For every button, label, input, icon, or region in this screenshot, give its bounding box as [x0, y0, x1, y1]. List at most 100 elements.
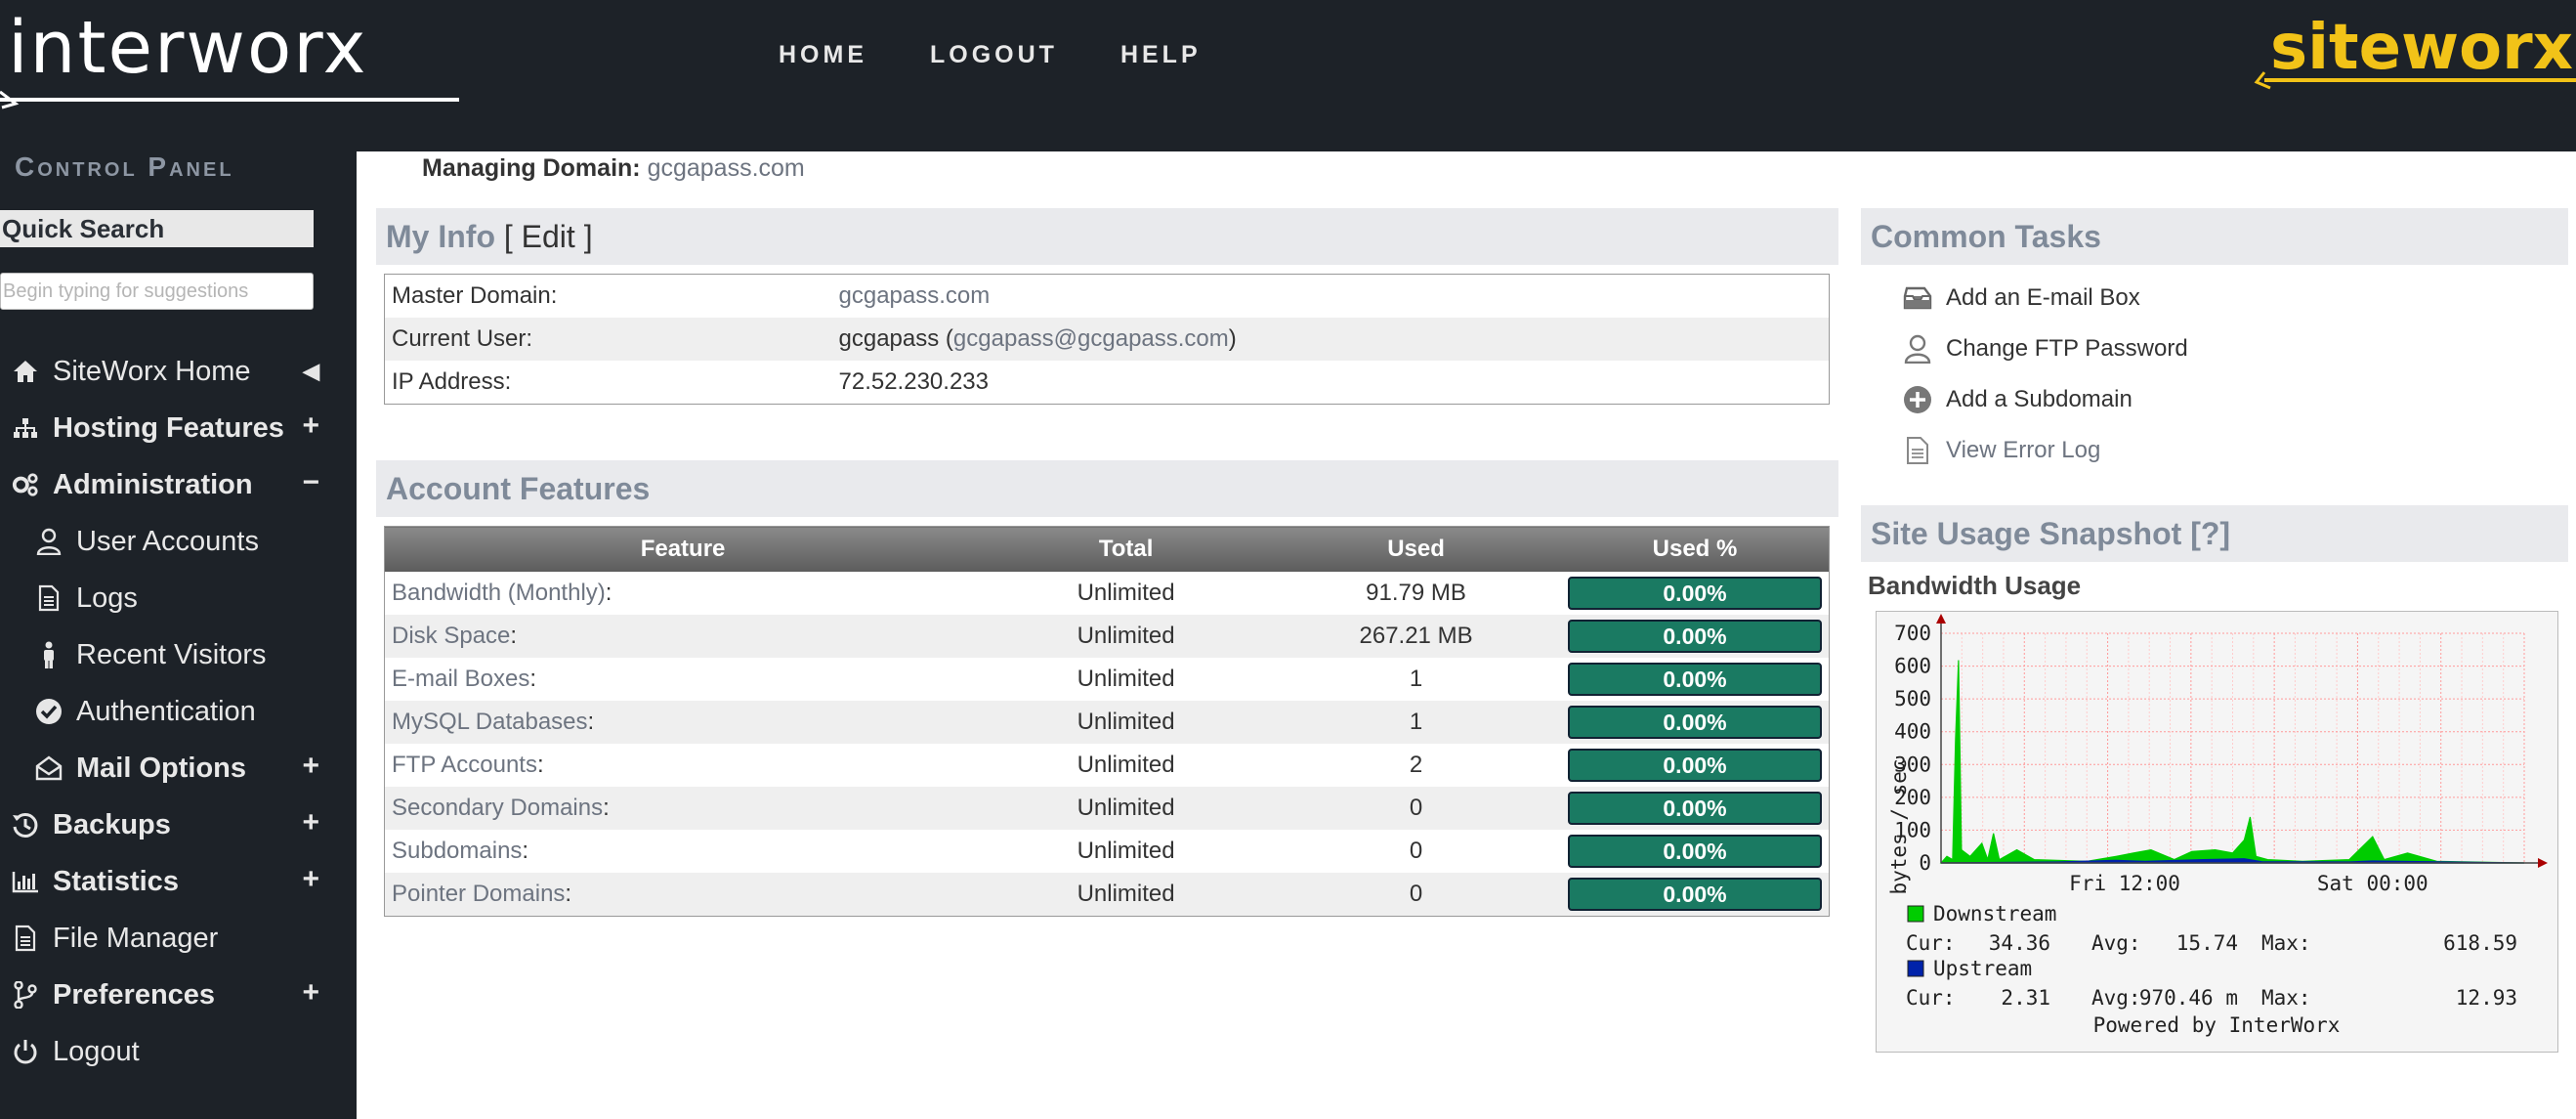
- legend-cur-label: Cur:: [1906, 931, 1956, 955]
- user-email-link[interactable]: gcgapass@gcgapass.com: [953, 325, 1229, 352]
- sidebar-item-label: Authentication: [76, 695, 256, 727]
- y-tick-label: 0: [1919, 851, 1931, 875]
- nav-help-link[interactable]: HELP: [1120, 41, 1202, 69]
- used-percent-cell: 0.00%: [1561, 615, 1830, 658]
- siteworx-logo-text: siteworx: [2270, 12, 2573, 84]
- envelope-open-icon: [35, 754, 63, 782]
- upstream-cur-value: 2.31: [2001, 986, 2050, 1010]
- current-user-name: gcgapass: [838, 325, 940, 352]
- document-icon: [12, 925, 39, 952]
- sidebar-item-statistics[interactable]: Statistics +: [0, 857, 337, 906]
- siteworx-logo[interactable]: siteworx: [2247, 10, 2576, 98]
- legend-max-label: Max:: [2261, 986, 2311, 1010]
- total-cell: Unlimited: [981, 787, 1272, 830]
- user-icon: [35, 528, 63, 555]
- table-row: Bandwidth (Monthly): Unlimited 91.79 MB 0.0…: [385, 572, 1830, 615]
- used-percent-cell: 0.00%: [1561, 873, 1830, 917]
- sidebar-item-label: Hosting Features: [53, 411, 284, 444]
- sidebar-item-preferences[interactable]: Preferences +: [0, 970, 337, 1019]
- interworx-logo-text: interworx: [8, 6, 367, 90]
- sidebar-item-siteworx-home[interactable]: SiteWorx Home ◀: [0, 347, 337, 396]
- info-label: Current User:: [392, 325, 533, 352]
- account-features-title: Account Features: [386, 471, 651, 506]
- feature-link[interactable]: E-mail Boxes: [392, 666, 529, 692]
- column-header-feature: Feature: [384, 526, 982, 572]
- collapse-minus-icon[interactable]: −: [302, 466, 319, 499]
- feature-link[interactable]: Bandwidth (Monthly): [392, 580, 606, 606]
- sidebar-item-label: Recent Visitors: [76, 638, 267, 670]
- expand-plus-icon[interactable]: +: [302, 863, 319, 896]
- control-panel-title: Control Panel: [15, 151, 234, 182]
- nav-home-link[interactable]: HOME: [779, 41, 867, 69]
- feature-cell: Disk Space:: [384, 615, 982, 658]
- sidebar-item-authentication[interactable]: Authentication: [0, 687, 337, 736]
- sidebar-item-label: File Manager: [53, 922, 219, 954]
- site-usage-title[interactable]: Site Usage Snapshot [?]: [1871, 516, 2230, 551]
- sidebar-item-label: Backups: [53, 808, 171, 840]
- usage-percent-bar: 0.00%: [1568, 663, 1822, 696]
- task-view-error-log[interactable]: View Error Log: [1903, 436, 2100, 465]
- master-domain-link[interactable]: gcgapass.com: [832, 275, 1830, 319]
- sidebar-item-administration[interactable]: Administration −: [0, 460, 337, 509]
- expand-plus-icon[interactable]: +: [302, 750, 319, 783]
- table-row: FTP Accounts: Unlimited 2 0.00%: [385, 744, 1830, 787]
- legend-cur-label: Cur:: [1906, 986, 1956, 1010]
- x-tick-label: Sat 00:00: [2317, 872, 2428, 895]
- total-cell: Unlimited: [981, 873, 1272, 917]
- task-add-email-box[interactable]: Add an E-mail Box: [1903, 283, 2140, 313]
- interworx-logo[interactable]: interworx: [0, 6, 479, 113]
- legend-avg-label: Avg:: [2091, 931, 2141, 955]
- ip-address-value: 72.52.230.233: [838, 368, 989, 395]
- info-label: Master Domain:: [392, 282, 558, 309]
- sidebar-item-label: Administration: [53, 468, 253, 500]
- used-percent-cell: 0.00%: [1561, 658, 1830, 701]
- task-add-subdomain[interactable]: Add a Subdomain: [1903, 385, 2133, 414]
- task-change-ftp-password[interactable]: Change FTP Password: [1903, 334, 2188, 364]
- table-row: Disk Space: Unlimited 267.21 MB 0.00%: [384, 615, 1830, 658]
- used-cell: 1: [1409, 666, 1423, 692]
- table-header-row: Feature Total Used Used %: [384, 526, 1830, 572]
- expand-plus-icon[interactable]: +: [302, 409, 319, 443]
- task-label: View Error Log: [1946, 437, 2101, 463]
- sidebar-item-hosting-features[interactable]: Hosting Features +: [0, 404, 337, 452]
- usage-percent-bar: 0.00%: [1568, 577, 1822, 610]
- feature-link[interactable]: Secondary Domains: [392, 795, 603, 821]
- total-cell: Unlimited: [1077, 838, 1175, 864]
- account-features-header: Account Features: [376, 460, 1838, 517]
- collapse-arrow-icon[interactable]: ◀: [303, 359, 319, 384]
- feature-link[interactable]: Subdomains: [392, 838, 522, 864]
- expand-plus-icon[interactable]: +: [302, 806, 319, 839]
- total-cell: Unlimited: [1077, 580, 1175, 606]
- edit-link[interactable]: [ Edit ]: [504, 219, 593, 254]
- legend-name-downstream: Downstream: [1933, 902, 2056, 925]
- top-bar: interworx HOME LOGOUT HELP siteworx: [0, 0, 2576, 151]
- feature-link[interactable]: FTP Accounts: [392, 752, 537, 778]
- sidebar-item-logs[interactable]: Logs: [0, 574, 337, 623]
- sidebar-item-file-manager[interactable]: File Manager: [0, 914, 337, 963]
- quick-search-input[interactable]: [0, 273, 314, 310]
- branch-icon: [12, 981, 39, 1009]
- sidebar-item-mail-options[interactable]: Mail Options +: [0, 744, 337, 793]
- sidebar-item-recent-visitors[interactable]: Recent Visitors: [0, 630, 337, 679]
- sidebar-item-backups[interactable]: Backups +: [0, 800, 337, 849]
- expand-plus-icon[interactable]: +: [302, 976, 319, 1010]
- feature-link[interactable]: Disk Space: [392, 623, 510, 649]
- legend-swatch-downstream: [1907, 905, 1924, 923]
- usage-percent-bar: 0.00%: [1568, 792, 1822, 825]
- inbox-icon: [1903, 283, 1932, 313]
- sidebar-item-logout[interactable]: Logout: [0, 1027, 337, 1076]
- common-tasks-title: Common Tasks: [1871, 219, 2101, 254]
- downstream-avg-value: 15.74: [2176, 931, 2238, 955]
- feature-link[interactable]: Pointer Domains: [392, 881, 565, 907]
- managing-domain-label: Managing Domain:: [422, 154, 641, 182]
- nav-logout-link[interactable]: LOGOUT: [930, 41, 1058, 69]
- used-cell: 0: [1271, 787, 1561, 830]
- usage-percent-bar: 0.00%: [1568, 706, 1822, 739]
- account-features-body: Bandwidth (Monthly): Unlimited 91.79 MB 0.0…: [384, 572, 1830, 917]
- used-cell: 0: [1409, 838, 1423, 864]
- sidebar-item-user-accounts[interactable]: User Accounts: [0, 517, 337, 566]
- upstream-max-value: 12.93: [2456, 986, 2517, 1010]
- total-cell: Unlimited: [1077, 666, 1175, 692]
- usage-percent-bar: 0.00%: [1568, 620, 1822, 653]
- feature-link[interactable]: MySQL Databases: [392, 709, 588, 735]
